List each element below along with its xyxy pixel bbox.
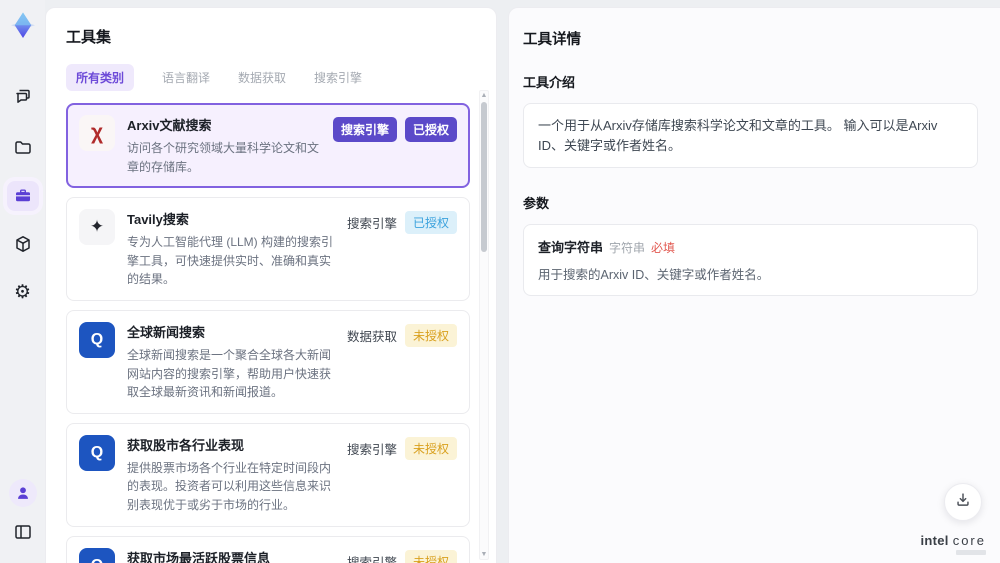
page-title: 工具集: [66, 29, 112, 46]
scroll-down-arrow-icon[interactable]: ▼: [480, 551, 488, 558]
app-window: ⚙ 工具集 所有类别 语言翻译 数据获取 搜索引擎 χ Arxiv文献搜索 访问…: [0, 0, 1000, 563]
tool-card[interactable]: Arxiv文献搜索 访问各个研究领域大量科学论文和文章的存储库。 搜索引擎 已授…: [66, 103, 470, 189]
tool-name: 获取市场最活跃股票信息: [127, 550, 271, 563]
chat-icon: [13, 86, 33, 106]
toolbox-icon: [13, 186, 33, 206]
tool-category-label: 搜索引擎: [332, 117, 397, 142]
tool-tags: 搜索引擎 未授权: [347, 435, 457, 460]
tool-card[interactable]: 获取市场最活跃股票信息 提供当天交易量最高的股票列表，投资者可以利用这些信息来识…: [66, 535, 470, 563]
tool-card[interactable]: Tavily搜索 专为人工智能代理 (LLM) 构建的搜索引擎工具，可快速提供实…: [66, 197, 470, 301]
tool-card[interactable]: 获取股市各行业表现 提供股票市场各个行业在特定时间段内的表现。投资者可以利用这些…: [66, 422, 470, 527]
stock-sector-icon: [79, 434, 115, 471]
settings-gear-icon: ⚙: [13, 281, 32, 303]
intro-text: 一个用于从Arxiv存储库搜索科学论文和文章的工具。 输入可以是Arxiv ID…: [538, 118, 938, 153]
scroll-up-arrow-icon[interactable]: ▲: [480, 92, 488, 99]
category-tab[interactable]: 所有类别: [66, 64, 135, 91]
param-box: 查询字符串 字符串 必填 用于搜索的Arxiv ID、关键字或作者姓名。: [523, 224, 978, 296]
tavily-star-icon: [79, 209, 115, 246]
tool-status-badge: 已授权: [404, 211, 457, 235]
sidebar-item-chat[interactable]: [7, 81, 39, 111]
tool-category-label: 搜索引擎: [346, 555, 397, 563]
user-icon: [14, 484, 32, 502]
tool-category-label: 搜索引擎: [346, 217, 397, 232]
param-description: 用于搜索的Arxiv ID、关键字或作者姓名。: [538, 268, 770, 282]
tool-tags: 搜索引擎 未授权: [347, 548, 457, 563]
sidebar-item-account[interactable]: [8, 479, 37, 507]
tool-name: Tavily搜索: [127, 212, 189, 228]
tool-name: 全球新闻搜索: [127, 324, 206, 340]
arxiv-icon: [79, 115, 115, 151]
tool-tags: 搜索引擎 已授权: [346, 209, 457, 235]
tool-description: 访问各个研究领域大量科学论文和文章的存储库。: [127, 141, 320, 174]
brand-intel: intel: [920, 533, 949, 548]
param-header: 查询字符串 字符串 必填: [538, 237, 963, 256]
download-icon: [954, 491, 972, 514]
tool-detail-panel: 工具详情 工具介绍 一个用于从Arxiv存储库搜索科学论文和文章的工具。 输入可…: [508, 7, 1000, 563]
tool-list-panel: 工具集 所有类别语言翻译数据获取搜索引擎 Arxiv文献搜索 访问各个研究领域大…: [45, 7, 497, 563]
download-button[interactable]: [944, 483, 982, 521]
sidebar: ⚙: [0, 0, 45, 563]
param-name: 查询字符串: [538, 240, 604, 255]
category-tabs: 所有类别 语言翻译 数据获取 搜索引擎: [66, 64, 470, 91]
brand-ultra-mark: [956, 550, 986, 555]
tool-status-badge: 已授权: [404, 117, 457, 142]
tool-status-badge: 未授权: [404, 323, 457, 347]
tool-name: Arxiv文献搜索: [127, 118, 212, 133]
category-tab[interactable]: 数据获取: [238, 69, 286, 86]
active-stocks-icon: [79, 547, 115, 563]
tool-name: 获取股市各行业表现: [127, 437, 245, 453]
news-search-icon: [79, 321, 115, 358]
tool-status-badge: 未授权: [404, 436, 457, 460]
category-tab[interactable]: 搜索引擎: [314, 69, 362, 86]
sidebar-item-collapse[interactable]: [7, 517, 39, 547]
tool-info: 获取市场最活跃股票信息 提供当天交易量最高的股票列表，投资者可以利用这些信息来识…: [127, 548, 335, 563]
category-tab[interactable]: 语言翻译: [162, 69, 210, 86]
sidebar-item-toolbox[interactable]: [6, 181, 39, 211]
tool-info: Arxiv文献搜索 访问各个研究领域大量科学论文和文章的存储库。: [127, 115, 321, 176]
tool-description: 全球新闻搜索是一个聚合全球各大新闻网站内容的搜索引擎，帮助用户快速获取全球最新资…: [127, 347, 332, 400]
tool-info: Tavily搜索 专为人工智能代理 (LLM) 构建的搜索引擎工具，可快速提供实…: [127, 209, 335, 289]
app-logo-gem-icon: [5, 8, 41, 44]
tool-description: 专为人工智能代理 (LLM) 构建的搜索引擎工具，可快速提供实时、准确和真实的结…: [127, 235, 334, 287]
tool-list: Arxiv文献搜索 访问各个研究领域大量科学论文和文章的存储库。 搜索引擎 已授…: [66, 103, 470, 563]
scrollbar-thumb[interactable]: [481, 102, 487, 252]
list-scrollbar[interactable]: ▲ ▼: [479, 90, 489, 560]
tool-category-label: 搜索引擎: [346, 442, 397, 457]
intel-core-logo: intel core: [920, 533, 986, 555]
sidebar-item-settings[interactable]: ⚙: [7, 277, 39, 307]
tool-tags: 数据获取 未授权: [347, 322, 457, 347]
sidebar-item-files[interactable]: [7, 133, 39, 163]
detail-title: 工具详情: [523, 32, 581, 48]
cube-icon: [13, 234, 33, 254]
tool-info: 获取股市各行业表现 提供股票市场各个行业在特定时间段内的表现。投资者可以利用这些…: [127, 435, 335, 515]
tool-description: 提供股票市场各个行业在特定时间段内的表现。投资者可以利用这些信息来识别表现优于或…: [127, 460, 332, 512]
param-required-flag: 必填: [651, 241, 676, 255]
intro-heading: 工具介绍: [523, 75, 576, 90]
params-heading: 参数: [523, 196, 550, 211]
param-type: 字符串: [609, 241, 646, 255]
tool-tags: 搜索引擎 已授权: [332, 115, 457, 142]
panel-toggle-icon: [13, 522, 33, 542]
brand-core: core: [952, 533, 986, 548]
sidebar-item-models[interactable]: [7, 229, 39, 259]
intro-box: 一个用于从Arxiv存储库搜索科学论文和文章的工具。 输入可以是Arxiv ID…: [523, 103, 978, 168]
tool-category-label: 数据获取: [346, 329, 397, 344]
folder-icon: [13, 138, 33, 158]
tool-card[interactable]: 全球新闻搜索 全球新闻搜索是一个聚合全球各大新闻网站内容的搜索引擎，帮助用户快速…: [66, 309, 470, 414]
tool-info: 全球新闻搜索 全球新闻搜索是一个聚合全球各大新闻网站内容的搜索引擎，帮助用户快速…: [127, 322, 335, 402]
tool-status-badge: 未授权: [404, 549, 457, 563]
